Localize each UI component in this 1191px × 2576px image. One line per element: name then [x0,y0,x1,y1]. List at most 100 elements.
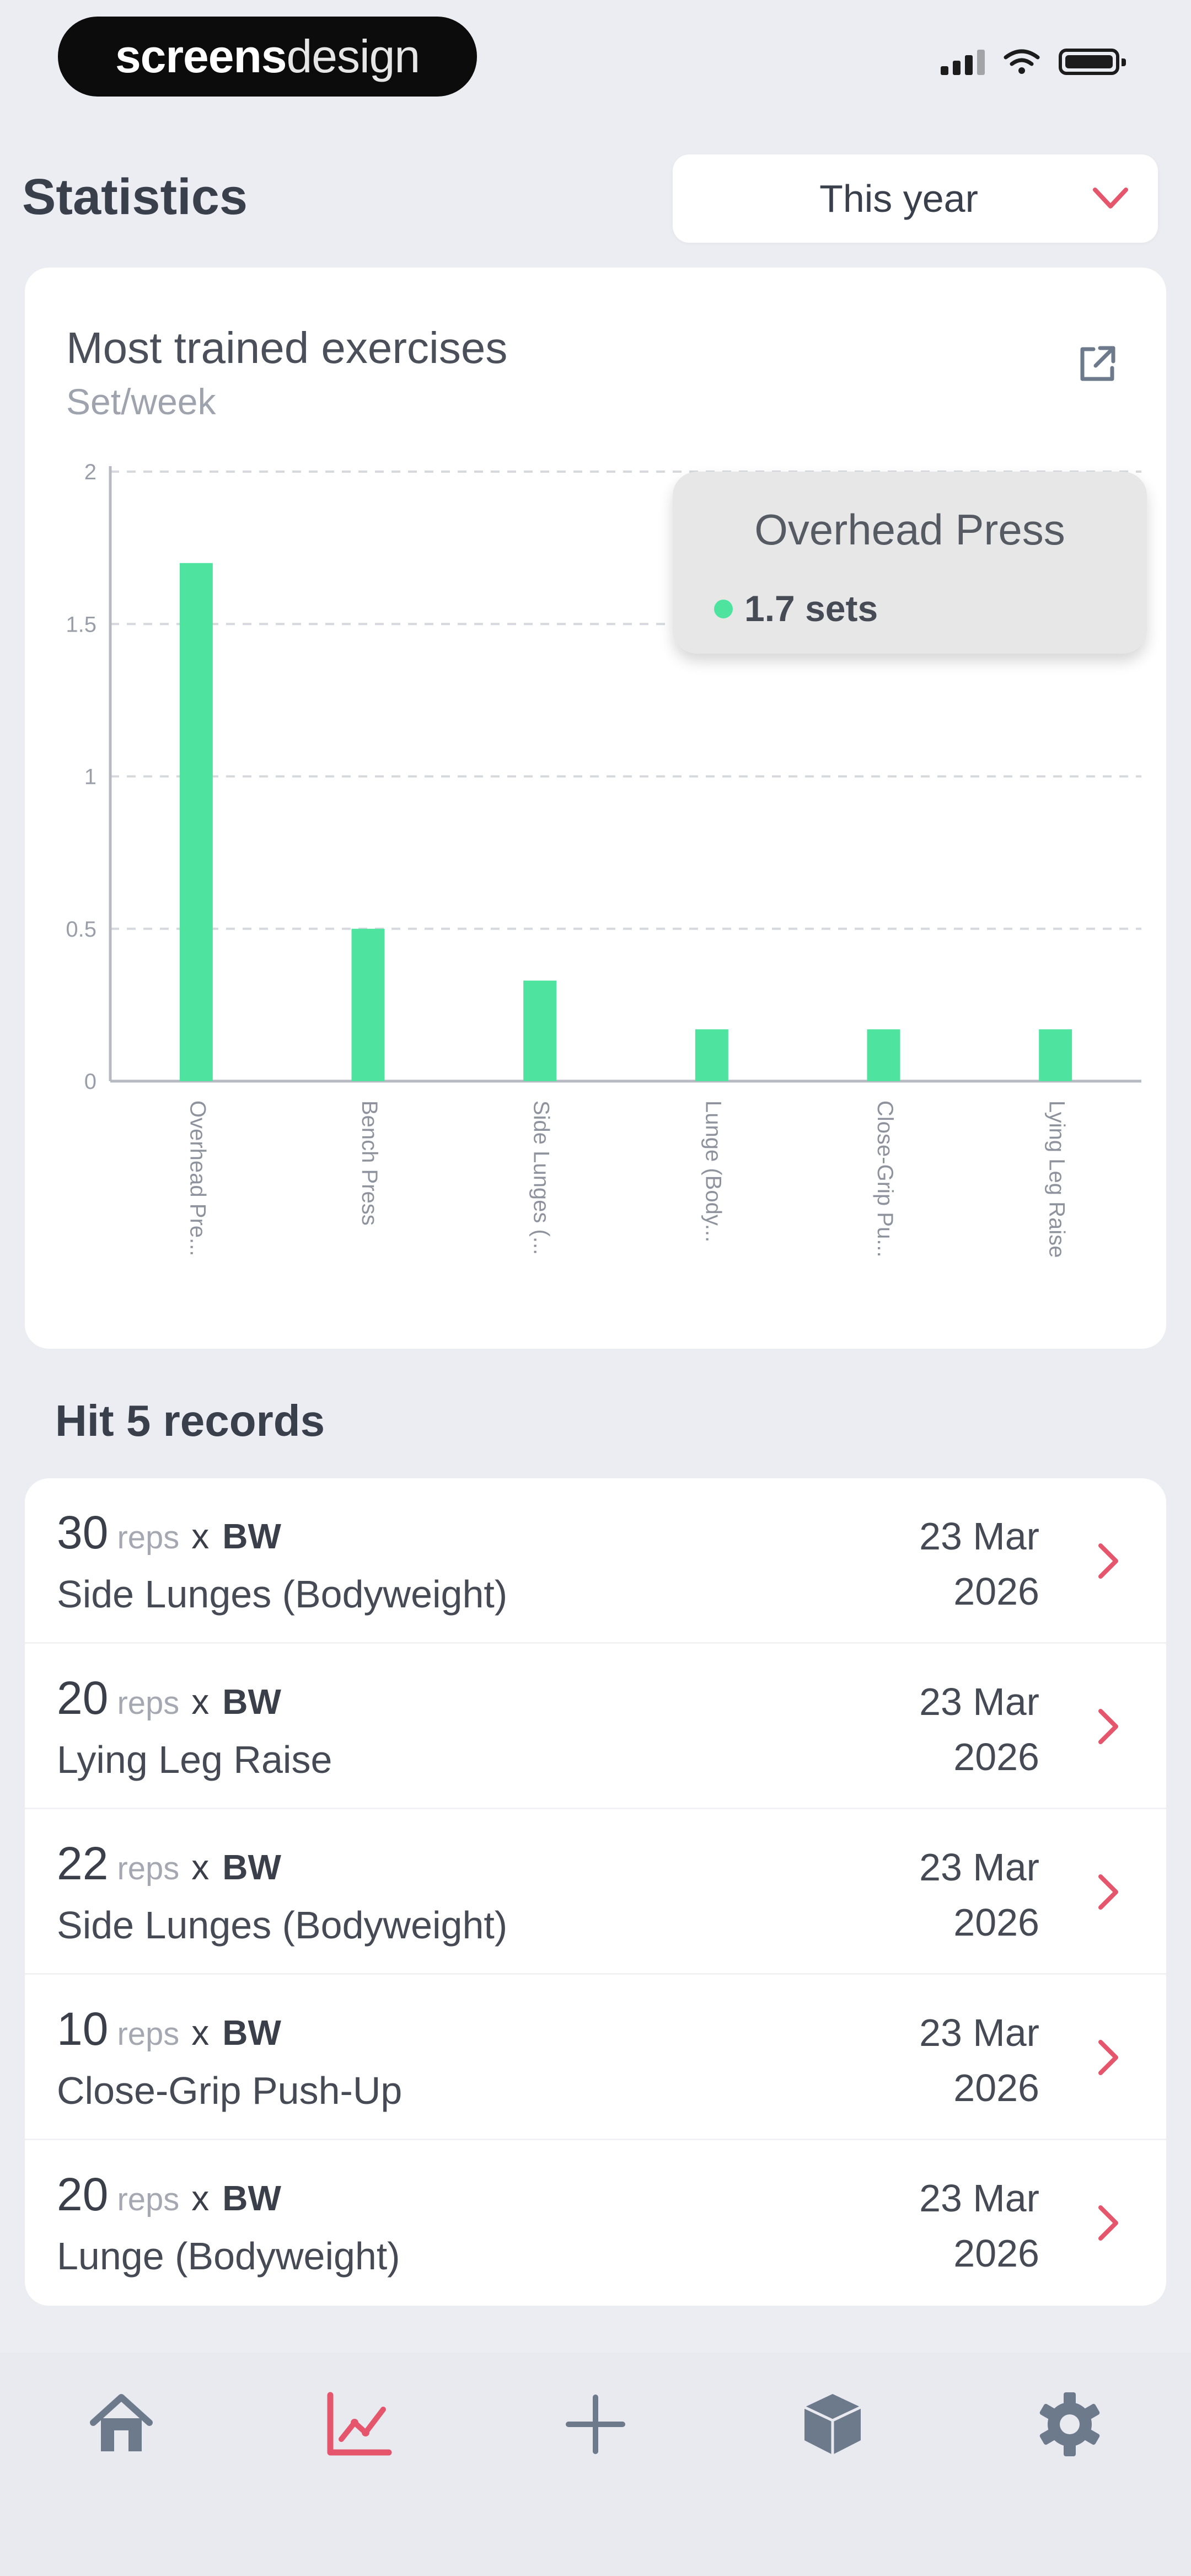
record-exercise: Side Lunges (Bodyweight) [57,1904,508,1947]
status-bar: screens design [0,0,1191,121]
nav-add[interactable] [551,2380,640,2468]
record-reps: 30 [57,1506,109,1558]
record-date-day: 23 Mar [919,1515,1039,1558]
record-row[interactable]: 30 reps x BW Side Lunges (Bodyweight) 23 Mar 2… [25,1478,1166,1644]
record-summary: 20 reps x BW [57,2168,281,2221]
cube-icon [803,2394,862,2455]
brand-logo: screens design [58,17,477,97]
status-icons [941,49,1126,75]
record-exercise: Lunge (Bodyweight) [57,2235,400,2278]
nav-settings[interactable] [1026,2380,1114,2468]
record-date-year: 2026 [953,2232,1039,2275]
record-times: x [191,2013,210,2053]
x-tick-label: Side Lunges (... [529,1100,554,1255]
record-weight: BW [222,1682,281,1722]
record-date: 23 Mar 2026 [919,2005,1039,2115]
record-times: x [191,1682,210,1722]
x-tick-label: Bench Press [357,1100,382,1226]
bar[interactable] [695,1029,728,1081]
statistics-icon [327,2392,392,2456]
record-date-day: 23 Mar [919,1846,1039,1889]
record-date: 23 Mar 2026 [919,1674,1039,1784]
y-tick-label: 1 [84,765,96,789]
record-summary: 10 reps x BW [57,2002,281,2056]
brand-text-light: design [286,30,421,82]
record-date: 23 Mar 2026 [919,1509,1039,1619]
record-unit: reps [117,1520,180,1556]
record-date-day: 23 Mar [919,2011,1039,2054]
record-reps: 10 [57,2003,109,2055]
chevron-right-icon [1098,1874,1118,1910]
bar[interactable] [867,1029,900,1081]
record-unit: reps [117,1851,180,1886]
records-title: Hit 5 records [55,1396,325,1445]
bar[interactable] [179,563,213,1081]
nav-statistics[interactable] [314,2380,403,2468]
period-select-value: This year [819,177,978,220]
chevron-right-icon [1098,2205,1118,2241]
x-tick-label: Lying Leg Raise [1045,1100,1069,1258]
chart-card: Most trained exercises Set/week 0 0.5 1 1.5… [25,268,1166,1349]
chevron-down-icon [1093,188,1128,209]
record-exercise: Lying Leg Raise [57,1738,332,1781]
record-date: 23 Mar 2026 [919,2171,1039,2281]
record-date-year: 2026 [953,1735,1039,1778]
statistics-screen: screens design Statistics This year Most … [0,0,1191,2576]
y-tick-label: 0.5 [66,917,96,942]
nav-library[interactable] [788,2380,877,2468]
signal-icon [941,49,985,75]
y-tick-label: 2 [84,460,96,484]
record-exercise: Close-Grip Push-Up [57,2069,403,2112]
record-unit: reps [117,2182,180,2217]
y-tick-label: 1.5 [66,612,96,637]
record-weight: BW [222,1516,281,1556]
chart-tooltip: Overhead Press 1.7 sets [673,472,1147,654]
record-row[interactable]: 20 reps x BW Lunge (Bodyweight) 23 Mar 2026 [25,2140,1166,2306]
chevron-right-icon [1098,2040,1118,2075]
tooltip-value: 1.7 sets [744,588,878,629]
tooltip-series-dot [714,600,733,618]
y-tick-label: 0 [84,1070,96,1094]
bar-chart: 0 0.5 1 1.5 2 Overhead Pre... Bench Press Side … [66,460,1141,1258]
record-unit: reps [117,2016,180,2052]
chevron-right-icon [1098,1709,1118,1744]
record-reps: 22 [57,1837,109,1889]
record-summary: 20 reps x BW [57,1671,281,1725]
record-summary: 30 reps x BW [57,1506,281,1559]
period-select[interactable]: This year [673,154,1158,243]
brand-text-bold: screens [115,30,287,82]
record-exercise: Side Lunges (Bodyweight) [57,1573,508,1616]
settings-icon [1039,2392,1100,2456]
record-times: x [191,1847,210,1887]
bar[interactable] [1039,1029,1072,1081]
record-date: 23 Mar 2026 [919,1840,1039,1950]
tooltip-title: Overhead Press [754,505,1065,554]
record-times: x [191,1516,210,1556]
x-tick-label: Overhead Pre... [185,1100,210,1256]
home-icon [90,2394,153,2451]
record-reps: 20 [57,1672,109,1724]
record-weight: BW [222,2013,281,2053]
record-date-year: 2026 [953,1570,1039,1613]
records-list: 30 reps x BW Side Lunges (Bodyweight) 23 Mar 2… [25,1478,1166,2306]
nav-home[interactable] [77,2380,165,2468]
record-weight: BW [222,2178,281,2218]
record-row[interactable]: 20 reps x BW Lying Leg Raise 23 Mar 2026 [25,1644,1166,1809]
bar[interactable] [351,928,385,1081]
battery-icon [1059,49,1126,75]
record-reps: 20 [57,2168,109,2220]
page-title: Statistics [22,169,248,225]
record-summary: 22 reps x BW [57,1837,281,1890]
record-date-year: 2026 [953,2066,1039,2109]
plus-icon [566,2395,625,2454]
record-weight: BW [222,1847,281,1887]
x-tick-label: Close-Grip Pu... [873,1100,897,1258]
record-times: x [191,2178,210,2218]
record-date-year: 2026 [953,1901,1039,1944]
record-date-day: 23 Mar [919,2177,1039,2220]
bar[interactable] [523,980,557,1081]
record-date-day: 23 Mar [919,1680,1039,1723]
record-row[interactable]: 22 reps x BW Side Lunges (Bodyweight) 23 Mar 2… [25,1809,1166,1975]
record-unit: reps [117,1685,180,1721]
record-row[interactable]: 10 reps x BW Close-Grip Push-Up 23 Mar 2026 [25,1975,1166,2140]
